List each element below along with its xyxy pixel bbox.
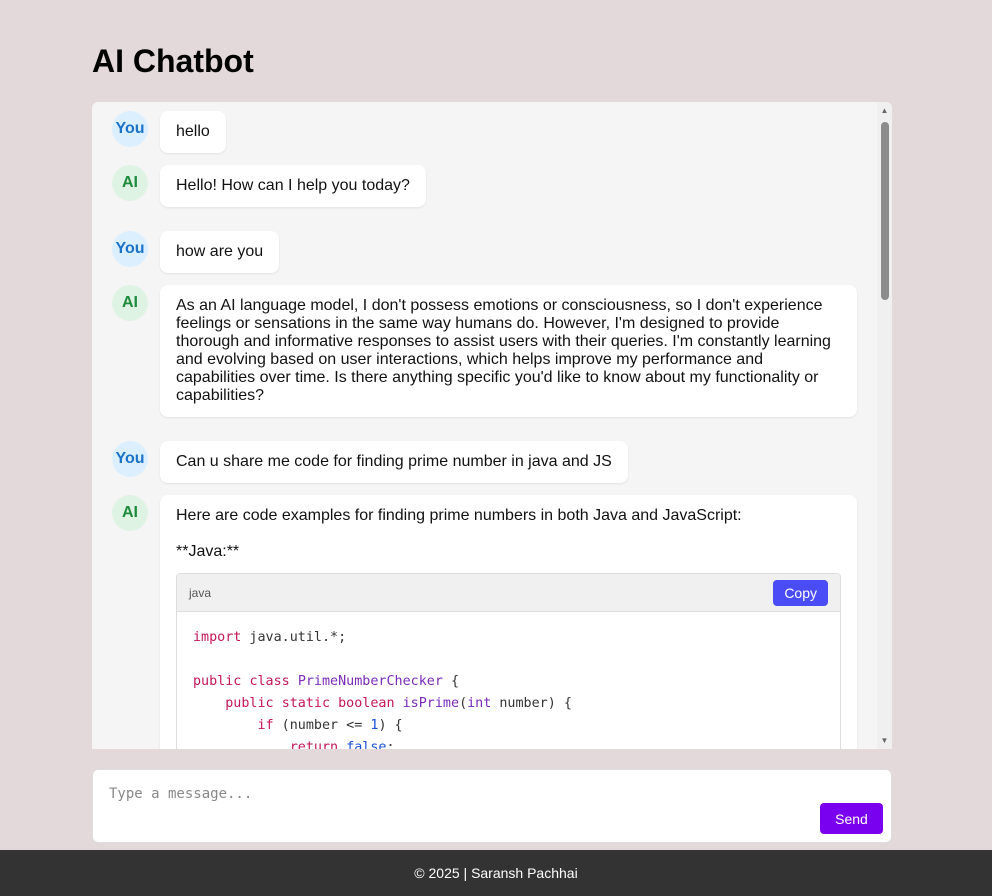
message-ai: AI Hello! How can I help you today? — [112, 165, 857, 209]
code-content: import java.util.*; public class PrimeNu… — [193, 630, 572, 749]
message-bubble: Hello! How can I help you today? — [160, 165, 426, 207]
message-text: Here are code examples for finding prime… — [176, 507, 742, 524]
message-user: You how are you — [112, 231, 857, 275]
message-ai: AI Here are code examples for finding pr… — [112, 495, 857, 749]
code-block: java Copy import java.util.*; public cla… — [176, 573, 841, 749]
code-language: java — [189, 585, 212, 600]
composer: Send — [92, 769, 892, 843]
message-user: You Can u share me code for finding prim… — [112, 441, 857, 485]
message-subheading: **Java:** — [176, 543, 240, 560]
user-avatar: You — [112, 231, 148, 267]
code-header: java Copy — [177, 574, 840, 612]
message-user: You hello — [112, 111, 857, 155]
message-list: You hello AI Hello! How can I help you t… — [92, 102, 877, 749]
scroll-thumb[interactable] — [881, 122, 889, 300]
chat-window: You hello AI Hello! How can I help you t… — [92, 102, 892, 749]
send-button[interactable]: Send — [820, 803, 883, 834]
user-avatar: You — [112, 111, 148, 147]
message-ai: AI As an AI language model, I don't poss… — [112, 285, 857, 419]
message-bubble: how are you — [160, 231, 280, 273]
ai-avatar: AI — [112, 495, 148, 531]
message-bubble: hello — [160, 111, 226, 153]
ai-avatar: AI — [112, 285, 148, 321]
message-bubble: Can u share me code for finding prime nu… — [160, 441, 628, 483]
message-bubble: As an AI language model, I don't possess… — [160, 285, 857, 417]
scroll-up-arrow-icon[interactable]: ▲ — [877, 102, 892, 119]
message-bubble: Here are code examples for finding prime… — [160, 495, 857, 749]
scroll-down-arrow-icon[interactable]: ▼ — [877, 732, 892, 749]
user-avatar: You — [112, 441, 148, 477]
page-title: AI Chatbot — [92, 43, 254, 79]
ai-avatar: AI — [112, 165, 148, 201]
footer: © 2025 | Saransh Pachhai — [0, 850, 992, 896]
message-input[interactable] — [109, 786, 809, 810]
chat-scrollbar[interactable]: ▲ ▼ — [877, 102, 892, 749]
footer-text: © 2025 | Saransh Pachhai — [414, 865, 578, 881]
copy-button[interactable]: Copy — [773, 579, 828, 606]
